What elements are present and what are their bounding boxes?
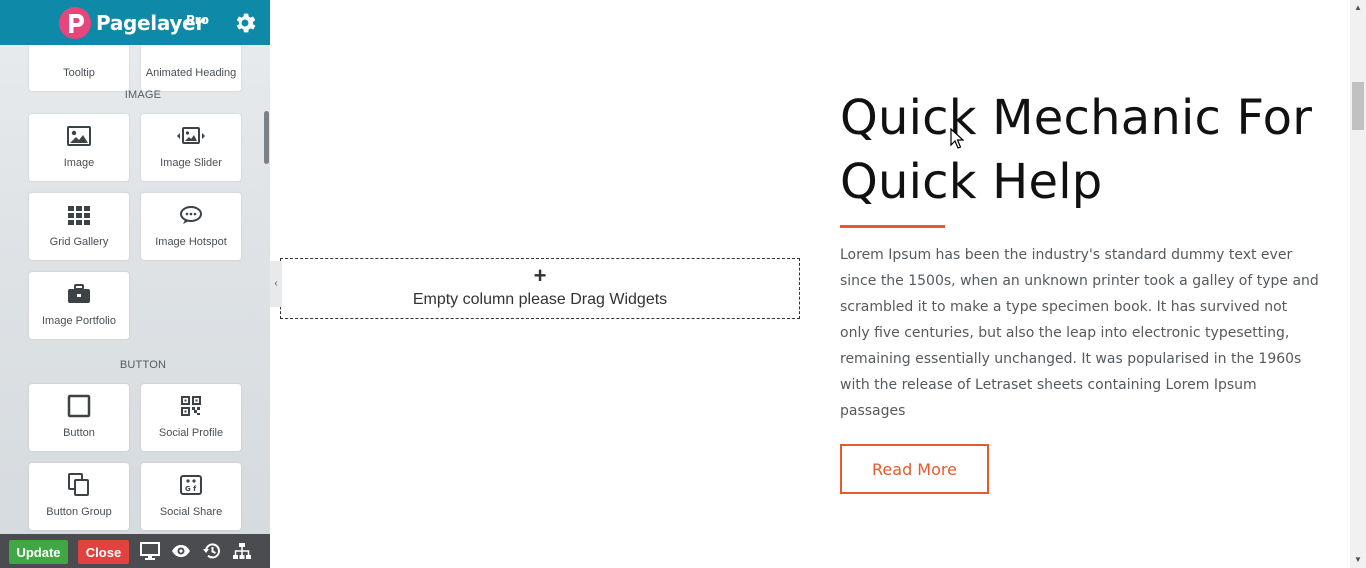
widget-label: Social Share: [159, 506, 223, 518]
widget-card-tooltip[interactable]: Tooltip: [29, 45, 129, 91]
section-title-image: IMAGE: [124, 89, 162, 101]
hero-paragraph[interactable]: Lorem Ipsum has been the industry's stan…: [840, 242, 1320, 424]
widget-list[interactable]: Tooltip Animated Heading IMAGE Image Ima…: [0, 45, 270, 534]
desktop-icon[interactable]: [140, 542, 160, 560]
section-title-button: BUTTON: [119, 359, 167, 371]
widget-card-social-profile[interactable]: Social Profile: [141, 384, 241, 451]
widget-label: Grid Gallery: [49, 236, 109, 248]
widget-card-button[interactable]: Button: [29, 384, 129, 451]
sidebar-scrollbar[interactable]: [264, 111, 269, 164]
widget-card-button-group[interactable]: Button Group: [29, 463, 129, 530]
widget-card-image-portfolio[interactable]: Image Portfolio: [29, 272, 129, 339]
widget-sidebar: Tooltip Animated Heading IMAGE Image Ima…: [0, 0, 270, 568]
page-scrollbar-thumb[interactable]: [1352, 82, 1364, 130]
scroll-up-arrow-icon[interactable]: ▲: [1350, 0, 1366, 16]
hero-heading-line-2: Quick Help: [840, 154, 1103, 210]
qr-code-icon: [141, 394, 241, 418]
close-button[interactable]: Close: [78, 540, 129, 564]
editor-toolbar: Update Close: [0, 534, 270, 568]
read-more-button[interactable]: Read More: [840, 444, 989, 494]
image-slider-icon: [141, 124, 241, 148]
widget-label: Image Slider: [160, 157, 222, 169]
scroll-down-arrow-icon[interactable]: ▼: [1350, 552, 1366, 568]
hero-divider: [840, 225, 945, 228]
copy-icon: [29, 473, 129, 497]
svg-text:G f: G f: [185, 485, 197, 493]
empty-column-drop-zone[interactable]: + Empty column please Drag Widgets: [280, 258, 800, 319]
widget-label: Image: [63, 157, 95, 169]
hero-heading[interactable]: Quick Mechanic For Quick Help: [840, 86, 1340, 214]
widget-label: Tooltip: [63, 67, 95, 79]
pagelayer-logo-icon: [59, 7, 91, 39]
update-button[interactable]: Update: [9, 540, 68, 564]
widget-label: Button Group: [46, 506, 112, 518]
widget-card-image[interactable]: Image: [29, 114, 129, 181]
widget-card-animated-heading[interactable]: Animated Heading: [141, 45, 241, 91]
sidebar-header: Pagelayer Pro: [0, 0, 270, 45]
widget-label: Image Hotspot: [155, 236, 227, 248]
widget-label: Button: [63, 427, 95, 439]
widget-label: Social Profile: [158, 427, 224, 439]
widget-label: Image Portfolio: [42, 315, 116, 327]
history-icon[interactable]: [202, 542, 222, 560]
widget-label: Animated Heading: [145, 67, 237, 79]
grid-gallery-icon: [29, 203, 129, 227]
image-icon: [29, 124, 129, 148]
briefcase-icon: [29, 282, 129, 306]
widget-card-image-hotspot[interactable]: Image Hotspot: [141, 193, 241, 260]
drop-zone-hint: Empty column please Drag Widgets: [412, 291, 668, 308]
widget-card-social-share[interactable]: G f Social Share: [141, 463, 241, 530]
gear-icon[interactable]: [232, 10, 258, 36]
image-hotspot-icon: [141, 203, 241, 227]
button-square-icon: [29, 394, 129, 418]
social-share-icon: G f: [141, 473, 241, 497]
eye-icon[interactable]: [171, 542, 191, 560]
add-widget-plus-icon[interactable]: +: [281, 263, 799, 289]
sitemap-icon[interactable]: [232, 542, 252, 560]
hero-heading-line-1: Quick Mechanic For: [840, 90, 1313, 146]
brand-tier: Pro: [186, 13, 209, 27]
mouse-cursor-icon: [950, 128, 964, 149]
sidebar-collapse-handle[interactable]: ‹: [270, 261, 282, 307]
widget-card-grid-gallery[interactable]: Grid Gallery: [29, 193, 129, 260]
widget-card-image-slider[interactable]: Image Slider: [141, 114, 241, 181]
